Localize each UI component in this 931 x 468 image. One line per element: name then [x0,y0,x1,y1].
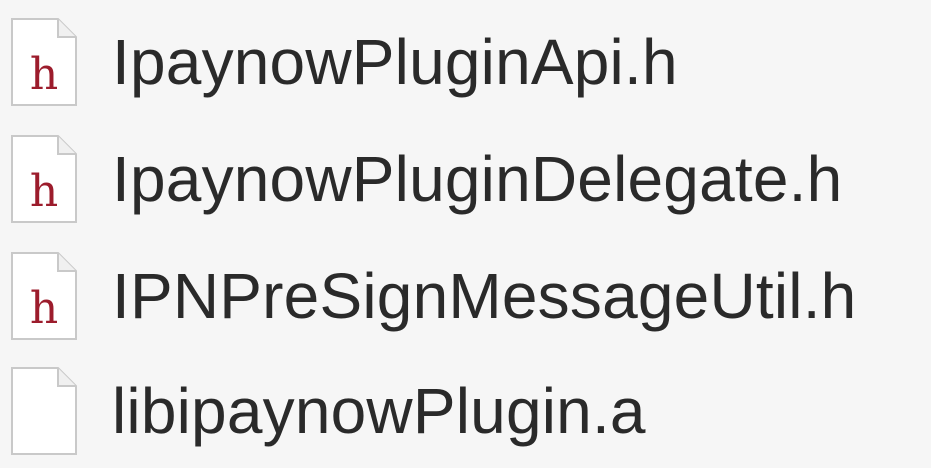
file-row-ipaynowplugindelegate-h[interactable]: h IpaynowPluginDelegate.h [0,120,931,237]
file-row-ipaynowpluginapi-h[interactable]: h IpaynowPluginApi.h [0,3,931,120]
file-name: IpaynowPluginApi.h [112,25,678,98]
header-file-icon: h [10,134,78,224]
blank-document-icon [10,366,78,456]
file-name: IPNPreSignMessageUtil.h [112,259,857,332]
file-row-ipnpresignmessageutil-h[interactable]: h IPNPreSignMessageUtil.h [0,237,931,354]
file-name: libipaynowPlugin.a [112,374,646,447]
file-icon-glyph: h [29,165,59,217]
file-list: h IpaynowPluginApi.h h IpaynowPluginDele… [0,0,931,468]
file-icon-glyph: h [29,48,59,100]
file-icon-glyph: h [29,282,59,334]
header-file-icon: h [10,251,78,341]
file-row-libipaynowplugin-a[interactable]: libipaynowPlugin.a [0,352,931,468]
file-name: IpaynowPluginDelegate.h [112,142,843,215]
header-file-icon: h [10,17,78,107]
